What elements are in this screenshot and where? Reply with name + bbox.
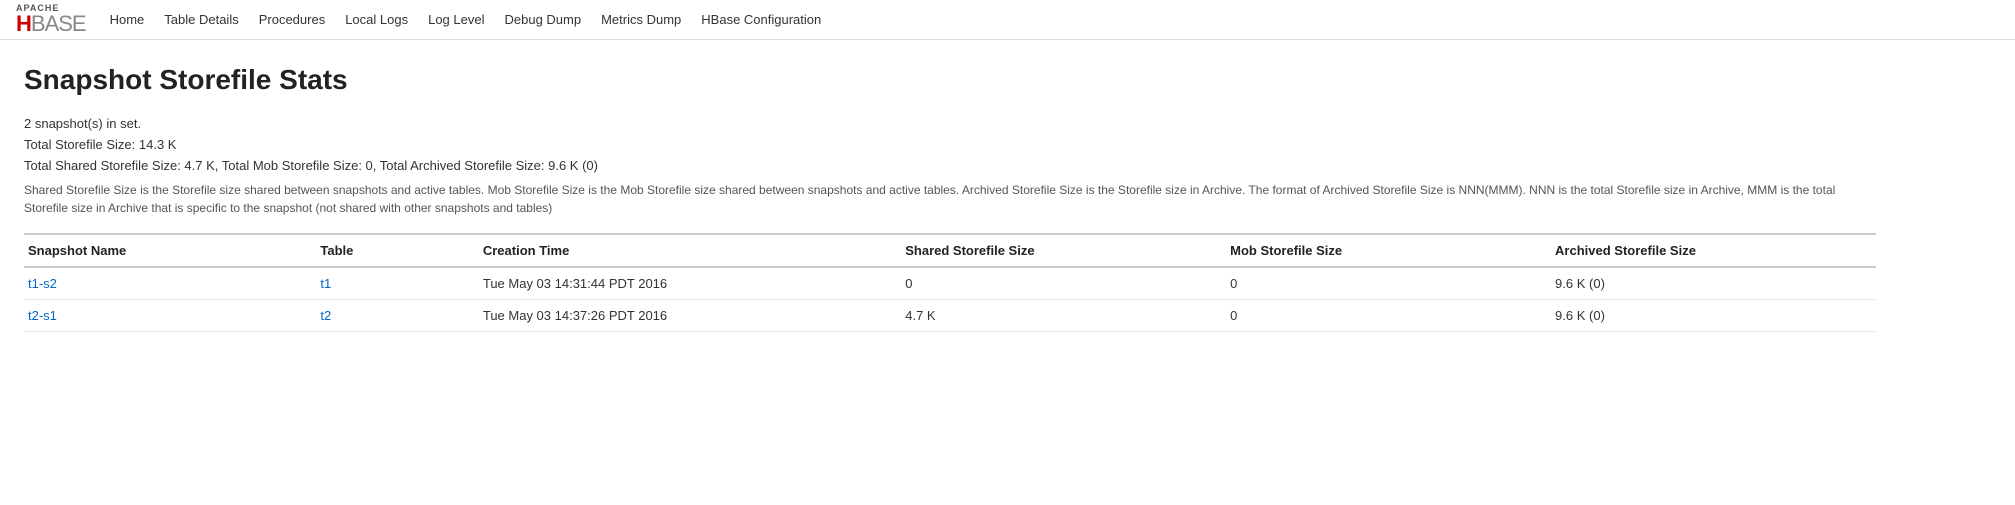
main-content: Snapshot Storefile Stats 2 snapshot(s) i…: [0, 40, 1900, 372]
nav-links: Home Table Details Procedures Local Logs Log…: [110, 12, 842, 27]
summary-breakdown: Total Shared Storefile Size: 4.7 K, Tota…: [24, 158, 1876, 173]
col-header-mob: Mob Storefile Size: [1226, 234, 1551, 267]
archived-storefile-size: 9.6 K (0): [1551, 267, 1876, 300]
col-header-snapshot-name: Snapshot Name: [24, 234, 316, 267]
page-title: Snapshot Storefile Stats: [24, 64, 1876, 96]
table-row: t1-s2t1Tue May 03 14:31:44 PDT 2016009.6…: [24, 267, 1876, 300]
nav-link-hbase-configuration[interactable]: HBase Configuration: [701, 12, 821, 27]
shared-storefile-size: 4.7 K: [901, 300, 1226, 332]
snapshot-table: Snapshot Name Table Creation Time Shared…: [24, 233, 1876, 332]
table-row: t2-s1 t2 Tue May 03 14:37:26 PDT 20164.7 K…: [24, 300, 1876, 332]
navbar: APACHE HBASE Home Table Details Procedures…: [0, 0, 2015, 40]
creation-time: Tue May 03 14:31:44 PDT 2016: [479, 267, 901, 300]
snapshot-name-link[interactable]: t1-s2: [28, 276, 57, 291]
col-header-archived: Archived Storefile Size: [1551, 234, 1876, 267]
table-name-link[interactable]: t2: [320, 308, 331, 323]
logo: APACHE HBASE: [16, 4, 86, 35]
summary-total-size: Total Storefile Size: 14.3 K: [24, 137, 1876, 152]
nav-link-home[interactable]: Home: [110, 12, 145, 27]
logo-hbase-text: HBASE: [16, 13, 86, 35]
col-header-table: Table: [316, 234, 478, 267]
nav-link-log-level[interactable]: Log Level: [428, 12, 484, 27]
snapshot-name-link[interactable]: t2-s1: [28, 308, 57, 323]
description-text: Shared Storefile Size is the Storefile s…: [24, 181, 1876, 217]
archived-storefile-size: 9.6 K (0): [1551, 300, 1876, 332]
mob-storefile-size: 0: [1226, 300, 1551, 332]
nav-link-table-details[interactable]: Table Details: [164, 12, 238, 27]
mob-storefile-size: 0: [1226, 267, 1551, 300]
summary-snapshots: 2 snapshot(s) in set.: [24, 116, 1876, 131]
nav-link-debug-dump[interactable]: Debug Dump: [504, 12, 581, 27]
table-header-row: Snapshot Name Table Creation Time Shared…: [24, 234, 1876, 267]
nav-link-local-logs[interactable]: Local Logs: [345, 12, 408, 27]
nav-link-procedures[interactable]: Procedures: [259, 12, 325, 27]
shared-storefile-size: 0: [901, 267, 1226, 300]
col-header-creation: Creation Time: [479, 234, 901, 267]
table-name-link[interactable]: t1: [320, 276, 331, 291]
creation-time: Tue May 03 14:37:26 PDT 2016: [479, 300, 901, 332]
col-header-shared: Shared Storefile Size: [901, 234, 1226, 267]
nav-link-metrics-dump[interactable]: Metrics Dump: [601, 12, 681, 27]
